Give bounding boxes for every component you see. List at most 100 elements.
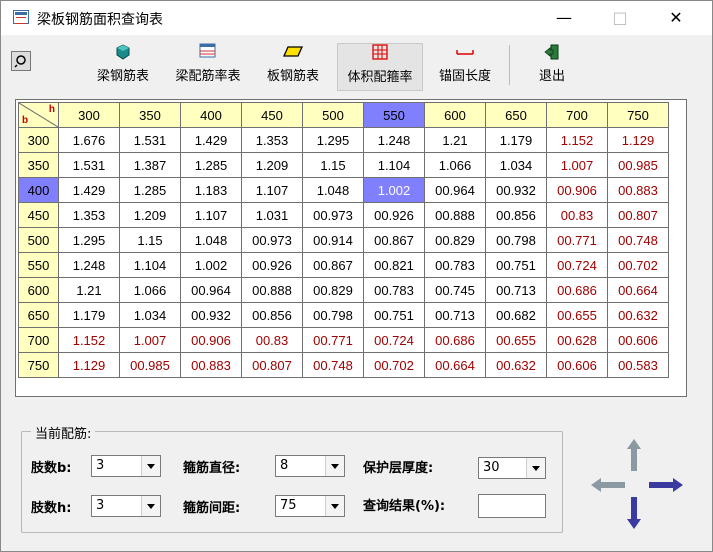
table-cell[interactable]: 00.829: [302, 277, 364, 303]
table-cell[interactable]: 00.883: [180, 352, 242, 378]
row-header[interactable]: 450: [18, 202, 59, 228]
table-cell[interactable]: 00.751: [485, 252, 547, 278]
table-cell[interactable]: 00.906: [180, 327, 242, 353]
table-cell[interactable]: 00.686: [424, 327, 486, 353]
table-cell[interactable]: 1.209: [241, 152, 303, 178]
table-cell[interactable]: 00.748: [302, 352, 364, 378]
table-cell[interactable]: 00.973: [302, 202, 364, 228]
row-header[interactable]: 600: [18, 277, 59, 303]
table-cell[interactable]: 1.152: [546, 127, 608, 153]
table-cell[interactable]: 1.531: [58, 152, 120, 178]
table-cell[interactable]: 00.655: [485, 327, 547, 353]
arrow-left-icon[interactable]: [591, 477, 625, 496]
table-cell[interactable]: 00.606: [607, 327, 669, 353]
row-header[interactable]: 550: [18, 252, 59, 278]
cover-thickness-select[interactable]: 30: [478, 457, 546, 479]
table-cell[interactable]: 1.031: [241, 202, 303, 228]
column-header[interactable]: 550: [363, 102, 425, 128]
table-cell[interactable]: 1.129: [607, 127, 669, 153]
table-cell[interactable]: 1.066: [424, 152, 486, 178]
table-cell[interactable]: 00.964: [424, 177, 486, 203]
table-cell[interactable]: 00.932: [485, 177, 547, 203]
chevron-down-icon[interactable]: [141, 456, 160, 476]
table-cell[interactable]: 1.066: [119, 277, 181, 303]
table-cell[interactable]: 00.583: [607, 352, 669, 378]
volume-stirrup-ratio-button[interactable]: 体积配箍率: [337, 43, 423, 91]
table-cell[interactable]: 00.664: [607, 277, 669, 303]
table-cell[interactable]: 00.664: [424, 352, 486, 378]
column-header[interactable]: 500: [302, 102, 364, 128]
table-cell[interactable]: 1.007: [119, 327, 181, 353]
slab-rebar-table-button[interactable]: 板钢筋表: [257, 43, 329, 91]
maximize-button[interactable]: □: [597, 1, 643, 35]
table-cell[interactable]: 00.798: [485, 227, 547, 253]
table-cell[interactable]: 00.856: [241, 302, 303, 328]
arrow-down-icon[interactable]: [627, 497, 641, 533]
table-cell[interactable]: 1.295: [302, 127, 364, 153]
table-cell[interactable]: 00.724: [363, 327, 425, 353]
table-cell[interactable]: 1.104: [119, 252, 181, 278]
beam-ratio-table-button[interactable]: 梁配筋率表: [165, 43, 251, 91]
table-cell[interactable]: 00.702: [607, 252, 669, 278]
table-cell[interactable]: 1.295: [58, 227, 120, 253]
table-cell[interactable]: 00.985: [119, 352, 181, 378]
table-cell[interactable]: 00.771: [546, 227, 608, 253]
table-cell[interactable]: 1.107: [180, 202, 242, 228]
column-header[interactable]: 350: [119, 102, 181, 128]
table-cell[interactable]: 00.888: [424, 202, 486, 228]
column-header[interactable]: 600: [424, 102, 486, 128]
column-header[interactable]: 450: [241, 102, 303, 128]
table-cell[interactable]: 1.209: [119, 202, 181, 228]
row-header[interactable]: 650: [18, 302, 59, 328]
table-cell[interactable]: 1.387: [119, 152, 181, 178]
table-cell[interactable]: 1.353: [241, 127, 303, 153]
anchorage-length-button[interactable]: 锚固长度: [429, 43, 501, 91]
table-cell[interactable]: 1.002: [180, 252, 242, 278]
table-cell[interactable]: 1.034: [485, 152, 547, 178]
table-cell[interactable]: 00.829: [424, 227, 486, 253]
table-cell[interactable]: 00.751: [363, 302, 425, 328]
table-cell[interactable]: 00.964: [180, 277, 242, 303]
table-cell[interactable]: 1.531: [119, 127, 181, 153]
table-cell[interactable]: 1.048: [180, 227, 242, 253]
chevron-down-icon[interactable]: [325, 456, 344, 476]
stirrup-spacing-select[interactable]: 75: [275, 495, 345, 517]
table-cell[interactable]: 00.713: [485, 277, 547, 303]
close-button[interactable]: ✕: [653, 1, 699, 35]
table-cell[interactable]: 1.048: [302, 177, 364, 203]
table-cell[interactable]: 00.798: [302, 302, 364, 328]
column-header[interactable]: 650: [485, 102, 547, 128]
legs-h-select[interactable]: 3: [91, 495, 161, 517]
table-cell[interactable]: 00.883: [607, 177, 669, 203]
table-cell[interactable]: 00.914: [302, 227, 364, 253]
table-cell[interactable]: 00.632: [607, 302, 669, 328]
table-cell[interactable]: 1.107: [241, 177, 303, 203]
table-cell[interactable]: 1.285: [119, 177, 181, 203]
arrow-up-icon[interactable]: [627, 439, 641, 475]
table-cell[interactable]: 00.724: [546, 252, 608, 278]
table-cell[interactable]: 00.632: [485, 352, 547, 378]
table-cell[interactable]: 00.748: [607, 227, 669, 253]
table-cell[interactable]: 1.179: [58, 302, 120, 328]
chevron-down-icon[interactable]: [141, 496, 160, 516]
table-cell[interactable]: 1.285: [180, 152, 242, 178]
table-cell[interactable]: 00.926: [363, 202, 425, 228]
column-header[interactable]: 700: [546, 102, 608, 128]
row-header[interactable]: 350: [18, 152, 59, 178]
row-header[interactable]: 700: [18, 327, 59, 353]
arrow-right-icon[interactable]: [649, 477, 683, 496]
table-cell[interactable]: 00.713: [424, 302, 486, 328]
minimize-button[interactable]: —: [541, 1, 587, 35]
query-result-field[interactable]: [478, 494, 546, 518]
table-cell[interactable]: 00.932: [180, 302, 242, 328]
table-cell[interactable]: 1.429: [180, 127, 242, 153]
table-cell[interactable]: 00.628: [546, 327, 608, 353]
table-cell[interactable]: 00.856: [485, 202, 547, 228]
table-cell[interactable]: 00.83: [546, 202, 608, 228]
table-cell[interactable]: 00.83: [241, 327, 303, 353]
exit-button[interactable]: 退出: [517, 43, 587, 91]
table-cell[interactable]: 00.686: [546, 277, 608, 303]
table-cell[interactable]: 00.807: [241, 352, 303, 378]
chevron-down-icon[interactable]: [526, 458, 545, 478]
table-cell[interactable]: 00.807: [607, 202, 669, 228]
